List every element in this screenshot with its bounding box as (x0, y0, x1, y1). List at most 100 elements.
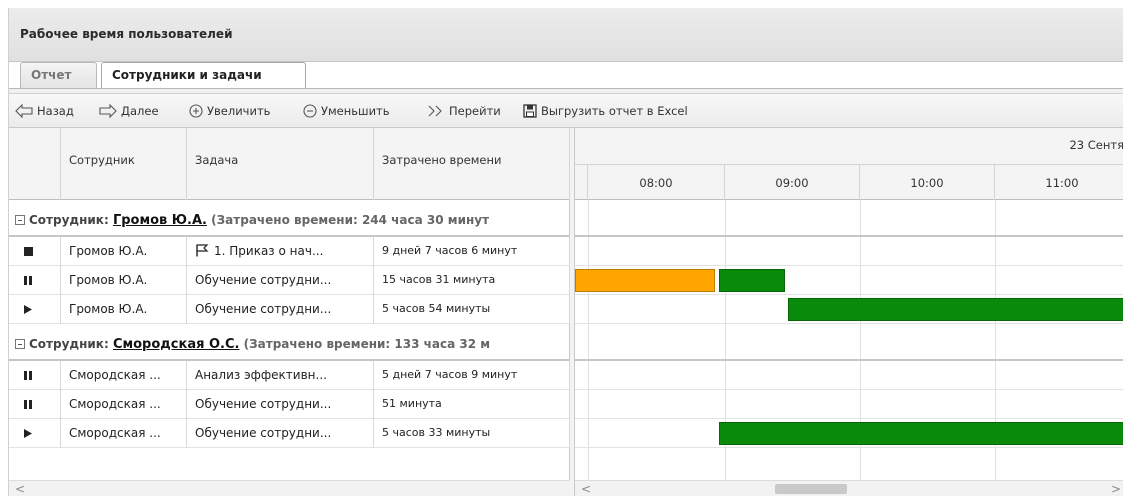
scrollbar-thumb[interactable] (775, 484, 847, 494)
panel-title: Рабочее время пользователей (20, 27, 233, 41)
collapse-toggle-icon[interactable] (15, 339, 25, 349)
group-label: Сотрудник: (29, 213, 109, 227)
timeline-date: 23 Сентя (1069, 138, 1123, 152)
back-button[interactable]: Назад (15, 102, 74, 120)
status-cell[interactable] (9, 361, 61, 390)
task-label: 1. Приказ о нач... (214, 244, 324, 258)
group-summary: (Затрачено времени: 133 часа 32 м (243, 337, 491, 351)
users-worktime-panel: Рабочее время пользователей Отчет Сотруд… (8, 8, 1123, 496)
zoom-in-label: Увеличить (207, 104, 271, 118)
grid-header: Сотрудник Задача Затрачено времени (9, 128, 570, 200)
time-cell: 5 часов 33 минуты (374, 419, 570, 448)
collapse-toggle-icon[interactable] (15, 215, 25, 225)
time-cell: 51 минута (374, 390, 570, 419)
time-cell: 15 часов 31 минута (374, 266, 570, 295)
group-employee-name[interactable]: Громов Ю.А. (113, 213, 207, 228)
table-row[interactable]: Громов Ю.А. 1. Приказ о нач... 9 дней 7 ча… (9, 237, 570, 266)
timeline-hour-0: 08:00 (588, 164, 725, 200)
pause-icon[interactable] (20, 390, 36, 419)
arrow-right-icon (99, 104, 117, 118)
gantt-body (575, 200, 1123, 480)
timeline-hour-partial (575, 164, 588, 200)
status-cell[interactable] (9, 295, 61, 324)
left-horizontal-scrollbar[interactable]: < (9, 480, 570, 496)
task-cell: Обучение сотрудни... (187, 266, 374, 295)
timeline-hour-2: 10:00 (860, 164, 995, 200)
table-row[interactable]: Смородская ... Анализ эффективн... 5 дней … (9, 361, 570, 390)
task-label: Обучение сотрудни... (195, 302, 332, 316)
task-label: Обучение сотрудни... (195, 426, 332, 440)
task-label: Обучение сотрудни... (195, 273, 332, 287)
panel-header: Рабочее время пользователей (9, 8, 1123, 62)
gantt-bar-green[interactable] (788, 298, 1123, 321)
back-label: Назад (37, 104, 74, 118)
zoom-in-button[interactable]: Увеличить (189, 102, 270, 120)
task-cell: Обучение сотрудни... (187, 390, 374, 419)
table-row[interactable]: Громов Ю.А. Обучение сотрудни... 15 часов … (9, 266, 570, 295)
goto-label: Перейти (449, 104, 501, 118)
table-row[interactable]: Смородская ... Обучение сотрудни... 51 мин… (9, 390, 570, 419)
task-label: Анализ эффективн... (195, 368, 327, 382)
employee-cell: Громов Ю.А. (61, 266, 187, 295)
group-label: Сотрудник: (29, 337, 109, 351)
right-horizontal-scrollbar[interactable]: < > (575, 480, 1123, 496)
play-icon[interactable] (20, 295, 36, 324)
export-excel-button[interactable]: Выгрузить отчет в Excel (523, 102, 688, 120)
group-row[interactable]: Сотрудник: Смородская О.С. (Затрачено вр… (9, 324, 569, 361)
gantt-chart: 23 Сентя 08:00 09:00 10:00 11:00 < > (574, 128, 1123, 496)
pause-icon[interactable] (20, 266, 36, 295)
task-label: Обучение сотрудни... (195, 397, 332, 411)
employee-cell: Громов Ю.А. (61, 295, 187, 324)
tab-report[interactable]: Отчет (20, 62, 97, 88)
group-employee-name[interactable]: Смородская О.С. (113, 337, 239, 352)
flag-icon (195, 244, 214, 258)
gantt-bar-orange[interactable] (575, 269, 715, 292)
goto-button[interactable]: Перейти (427, 102, 501, 120)
status-cell[interactable] (9, 237, 61, 266)
time-cell: 5 дней 7 часов 9 минут (374, 361, 570, 390)
status-column-header[interactable] (9, 128, 61, 200)
timeline-header: 23 Сентя 08:00 09:00 10:00 11:00 (575, 128, 1123, 200)
time-cell: 9 дней 7 часов 6 минут (374, 237, 570, 266)
zoom-in-icon (189, 104, 203, 118)
zoom-out-icon (303, 104, 317, 118)
status-cell[interactable] (9, 419, 61, 448)
task-cell: Обучение сотрудни... (187, 419, 374, 448)
time-cell: 5 часов 54 минуты (374, 295, 570, 324)
timeline-hour-3: 11:00 (995, 164, 1123, 200)
tasks-grid: Сотрудник Задача Затрачено времени Сотру… (9, 128, 570, 496)
table-row[interactable]: Громов Ю.А. Обучение сотрудни... 5 часов 5… (9, 295, 570, 324)
pause-icon[interactable] (20, 361, 36, 390)
employee-cell: Смородская ... (61, 419, 187, 448)
group-summary: (Затрачено времени: 244 часа 30 минут (211, 213, 490, 227)
play-icon[interactable] (20, 419, 36, 448)
time-column-header[interactable]: Затрачено времени (374, 128, 570, 200)
employee-cell: Смородская ... (61, 361, 187, 390)
task-column-header[interactable]: Задача (187, 128, 374, 200)
task-cell: 1. Приказ о нач... (187, 237, 374, 266)
stop-icon[interactable] (20, 237, 36, 266)
task-cell: Анализ эффективн... (187, 361, 374, 390)
save-icon (523, 104, 537, 118)
task-cell: Обучение сотрудни... (187, 295, 374, 324)
employee-column-header[interactable]: Сотрудник (61, 128, 187, 200)
table-row[interactable]: Смородская ... Обучение сотрудни... 5 часо… (9, 419, 570, 448)
zoom-out-button[interactable]: Уменьшить (303, 102, 390, 120)
forward-label: Далее (121, 104, 159, 118)
tab-employees-tasks[interactable]: Сотрудники и задачи (101, 62, 306, 88)
scroll-left-arrow-right-pane[interactable]: < (581, 482, 591, 496)
export-label: Выгрузить отчет в Excel (541, 104, 688, 118)
toolbar: Назад Далее Увеличить Уменьшить Перейти … (9, 94, 1123, 128)
double-chevron-right-icon (428, 105, 442, 117)
gantt-bar-green[interactable] (719, 269, 785, 292)
employee-cell: Громов Ю.А. (61, 237, 187, 266)
forward-button[interactable]: Далее (99, 102, 159, 120)
scroll-left-arrow[interactable]: < (15, 482, 25, 496)
status-cell[interactable] (9, 266, 61, 295)
gantt-bar-green[interactable] (719, 422, 1123, 445)
status-cell[interactable] (9, 390, 61, 419)
group-row[interactable]: Сотрудник: Громов Ю.А. (Затрачено времен… (9, 200, 569, 237)
employee-cell: Смородская ... (61, 390, 187, 419)
timeline-hour-1: 09:00 (725, 164, 860, 200)
scroll-right-arrow[interactable]: > (1111, 482, 1121, 496)
